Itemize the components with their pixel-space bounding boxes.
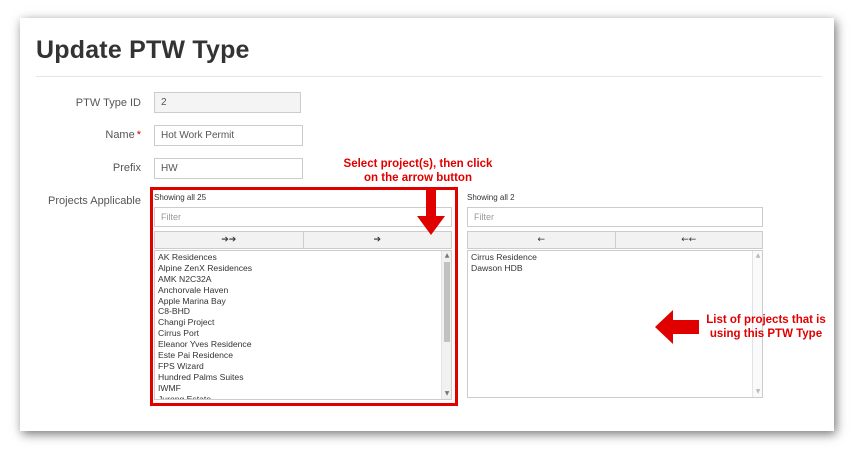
scroll-up-icon[interactable]: ▲ <box>753 251 762 261</box>
left-arrow-icon <box>655 310 699 344</box>
list-item[interactable]: Dawson HDB <box>471 263 750 274</box>
name-input[interactable]: Hot Work Permit <box>154 125 303 146</box>
down-arrow-icon <box>417 188 445 235</box>
page-title: Update PTW Type <box>36 36 250 64</box>
remove-all-button[interactable]: ←← <box>614 232 763 248</box>
select-hint-annotation: Select project(s), then click on the arr… <box>318 157 518 185</box>
selected-items: Cirrus Residence Dawson HDB <box>471 252 750 274</box>
double-arrow-left-icon: ←← <box>681 235 697 245</box>
select-hint-line-2: on the arrow button <box>364 172 472 184</box>
name-label: Name * <box>31 129 141 141</box>
required-asterisk: * <box>136 129 141 141</box>
ptw-type-id-label: PTW Type ID <box>75 97 141 109</box>
highlight-box <box>150 187 458 406</box>
prefix-input[interactable]: HW <box>154 158 303 179</box>
scroll-down-icon[interactable]: ▼ <box>753 387 762 397</box>
list-hint-annotation: List of projects that is using this PTW … <box>696 313 836 341</box>
list-hint-line-2: using this PTW Type <box>709 328 823 340</box>
arrow-left-icon: ← <box>537 235 546 245</box>
selected-move-buttons: ← ←← <box>467 231 763 249</box>
selected-count: Showing all 2 <box>467 193 515 202</box>
ptw-type-id-input[interactable]: 2 <box>154 92 301 113</box>
prefix-label: Prefix <box>112 162 141 174</box>
selected-filter-input[interactable]: Filter <box>467 207 763 227</box>
title-divider <box>36 76 822 77</box>
list-hint-line-1: List of projects that is <box>706 314 826 326</box>
list-item[interactable]: Cirrus Residence <box>471 252 750 263</box>
remove-selected-button[interactable]: ← <box>468 232 615 248</box>
select-hint-line-1: Select project(s), then click <box>343 158 493 170</box>
projects-applicable-label: Projects Applicable <box>48 195 141 207</box>
name-label-text: Name <box>105 129 135 141</box>
